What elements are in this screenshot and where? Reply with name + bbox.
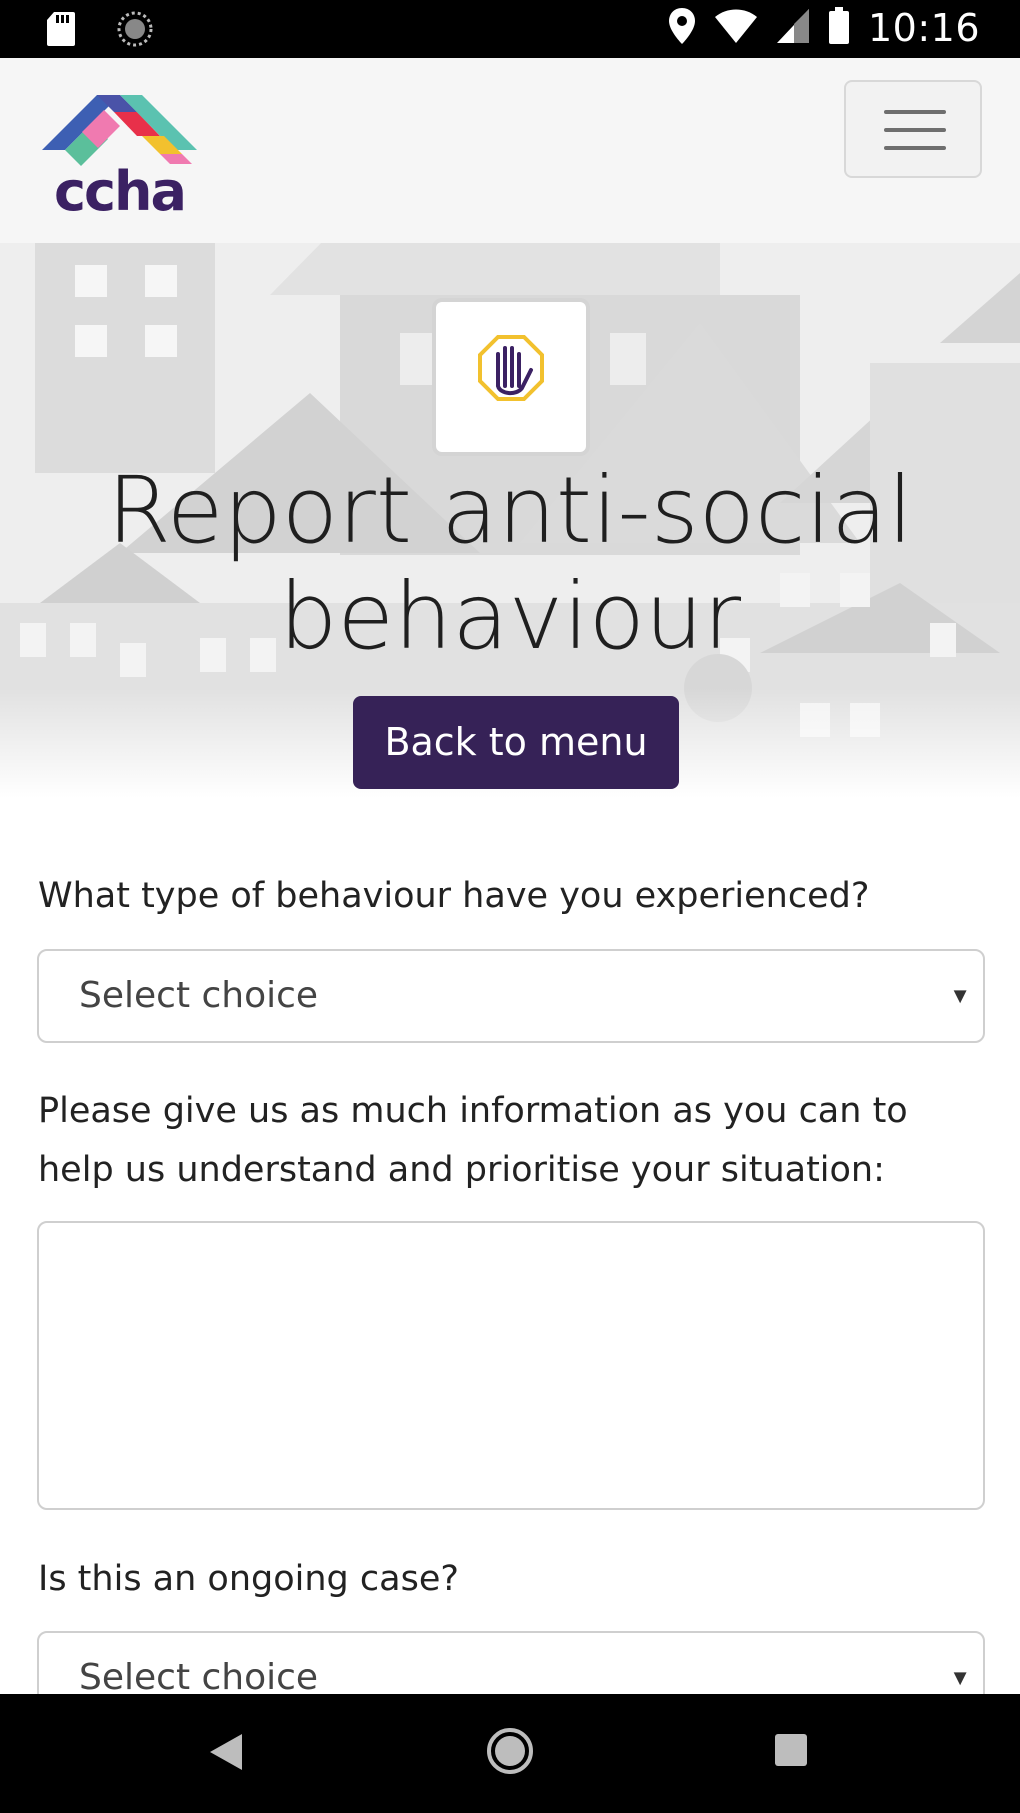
sync-icon <box>116 10 154 53</box>
wifi-icon <box>714 8 758 49</box>
ccha-logo[interactable]: ccha <box>42 92 202 223</box>
battery-icon <box>828 6 850 50</box>
information-textarea[interactable] <box>37 1221 985 1510</box>
chevron-down-icon: ▼ <box>949 983 971 1008</box>
hamburger-icon <box>884 110 946 114</box>
page-title: Report anti-social behaviour <box>106 457 914 670</box>
home-icon[interactable] <box>485 1726 535 1781</box>
ongoing-case-label: Is this an ongoing case? <box>38 1559 459 1599</box>
behaviour-type-label: What type of behaviour have you experien… <box>38 876 870 916</box>
report-icon-box <box>432 298 590 456</box>
hero-banner: Report anti-social behaviour Back to men… <box>0 243 1020 798</box>
stop-hand-icon <box>478 335 544 401</box>
information-label-line2: help us understand and prioritise your s… <box>38 1150 885 1190</box>
menu-button[interactable] <box>844 80 982 178</box>
logo-text: ccha <box>54 160 187 223</box>
back-icon[interactable] <box>208 1732 244 1777</box>
recents-icon[interactable] <box>775 1734 807 1771</box>
location-icon <box>668 7 696 50</box>
signal-icon <box>776 8 810 49</box>
site-header: ccha <box>0 58 1020 243</box>
behaviour-type-select[interactable]: Select choice ▼ <box>37 949 985 1043</box>
status-bar: 10:16 <box>0 0 1020 58</box>
sd-card-icon <box>46 11 76 52</box>
information-label-line1: Please give us as much information as yo… <box>38 1091 908 1131</box>
behaviour-type-value: Select choice <box>79 975 319 1016</box>
clock: 10:16 <box>867 6 980 50</box>
back-to-menu-button[interactable]: Back to menu <box>353 696 679 789</box>
navigation-bar <box>0 1694 1020 1813</box>
